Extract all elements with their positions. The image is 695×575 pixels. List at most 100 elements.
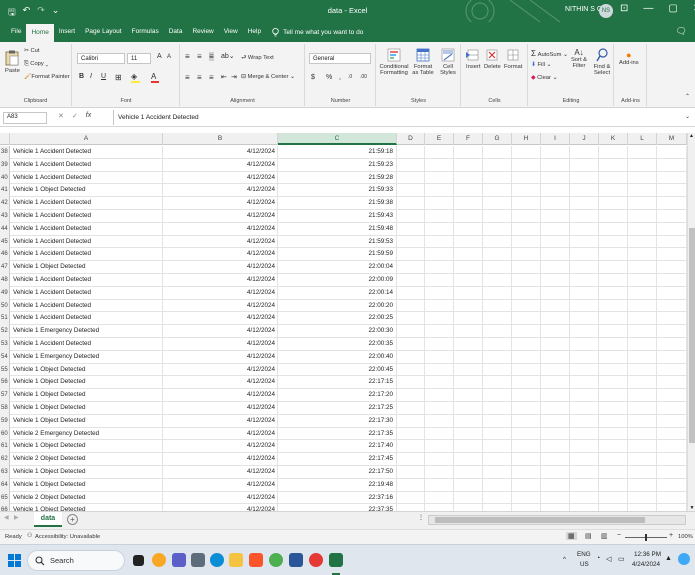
empty-cell[interactable] [454, 376, 483, 390]
empty-cell[interactable] [483, 504, 512, 511]
empty-cell[interactable] [541, 389, 570, 402]
empty-cell[interactable] [425, 427, 454, 441]
cell-date[interactable]: 4/12/2024 [163, 414, 278, 428]
normal-view-icon[interactable]: ▦ [566, 532, 577, 540]
column-header-d[interactable]: D [397, 133, 425, 145]
empty-cell[interactable] [599, 222, 628, 236]
empty-cell[interactable] [397, 146, 425, 159]
empty-cell[interactable] [512, 222, 541, 236]
region-indicator[interactable]: US [580, 561, 589, 568]
font-color-icon[interactable]: A [151, 72, 159, 83]
empty-cell[interactable] [628, 248, 657, 262]
empty-cell[interactable] [454, 197, 483, 210]
empty-cell[interactable] [628, 222, 657, 236]
empty-cell[interactable] [425, 465, 454, 479]
empty-cell[interactable] [397, 465, 425, 479]
cell-time[interactable]: 22:17:30 [278, 414, 397, 428]
empty-cell[interactable] [599, 337, 628, 351]
empty-cell[interactable] [512, 273, 541, 287]
cell-time[interactable]: 22:37:16 [278, 491, 397, 505]
empty-cell[interactable] [599, 453, 628, 466]
cell-time[interactable]: 21:59:59 [278, 248, 397, 262]
empty-cell[interactable] [512, 478, 541, 492]
row-header[interactable]: 59 [0, 414, 10, 428]
empty-cell[interactable] [570, 158, 599, 172]
cell-event[interactable]: Vehicle 1 Object Detected [10, 465, 163, 479]
decrease-decimal-button[interactable]: .00 [360, 74, 367, 80]
empty-cell[interactable] [512, 171, 541, 185]
row-header[interactable]: 48 [0, 273, 10, 287]
cell-styles-button[interactable]: Cell Styles [437, 48, 459, 76]
accessibility-icon[interactable]: ⚇ [27, 533, 32, 539]
empty-cell[interactable] [454, 325, 483, 338]
empty-cell[interactable] [397, 286, 425, 300]
empty-cell[interactable] [657, 389, 687, 402]
empty-cell[interactable] [512, 363, 541, 377]
empty-cell[interactable] [570, 363, 599, 377]
word-icon[interactable] [289, 553, 303, 567]
cell-event[interactable]: Vehicle 1 Accident Detected [10, 222, 163, 236]
empty-cell[interactable] [512, 376, 541, 390]
cell-time[interactable]: 21:59:28 [278, 171, 397, 185]
empty-cell[interactable] [541, 504, 570, 511]
row-header[interactable]: 50 [0, 299, 10, 313]
empty-cell[interactable] [454, 414, 483, 428]
empty-cell[interactable] [541, 273, 570, 287]
empty-cell[interactable] [454, 363, 483, 377]
empty-cell[interactable] [541, 414, 570, 428]
empty-cell[interactable] [512, 414, 541, 428]
horizontal-scrollbar[interactable] [428, 515, 686, 525]
formula-input[interactable]: Vehicle 1 Accident Detected [113, 110, 683, 125]
empty-cell[interactable] [425, 478, 454, 492]
zoom-in-icon[interactable]: + [669, 532, 673, 539]
cell-date[interactable]: 4/12/2024 [163, 350, 278, 364]
empty-cell[interactable] [570, 414, 599, 428]
cell-time[interactable]: 21:59:43 [278, 209, 397, 223]
cell-time[interactable]: 21:59:38 [278, 197, 397, 210]
empty-cell[interactable] [657, 350, 687, 364]
column-header-c[interactable]: C [278, 133, 397, 145]
empty-cell[interactable] [657, 504, 687, 511]
row-header[interactable]: 64 [0, 478, 10, 492]
empty-cell[interactable] [570, 465, 599, 479]
cell-time[interactable]: 22:00:09 [278, 273, 397, 287]
empty-cell[interactable] [628, 184, 657, 198]
empty-cell[interactable] [657, 222, 687, 236]
empty-cell[interactable] [599, 414, 628, 428]
collapse-ribbon-icon[interactable]: ⌃ [685, 94, 690, 100]
empty-cell[interactable] [512, 504, 541, 511]
cell-date[interactable]: 4/12/2024 [163, 197, 278, 210]
empty-cell[interactable] [454, 158, 483, 172]
empty-cell[interactable] [454, 299, 483, 313]
empty-cell[interactable] [570, 478, 599, 492]
cell-event[interactable]: Vehicle 1 Accident Detected [10, 299, 163, 313]
cell-time[interactable]: 22:00:14 [278, 286, 397, 300]
clock-date[interactable]: 4/24/2024 [632, 561, 660, 568]
empty-cell[interactable] [628, 401, 657, 415]
row-header[interactable]: 65 [0, 491, 10, 505]
empty-cell[interactable] [599, 197, 628, 210]
sheet-options-icon[interactable]: ⋮ [418, 515, 424, 521]
empty-cell[interactable] [425, 248, 454, 262]
cell-event[interactable]: Vehicle 1 Object Detected [10, 401, 163, 415]
empty-cell[interactable] [425, 504, 454, 511]
empty-cell[interactable] [628, 465, 657, 479]
increase-decimal-button[interactable]: .0 [348, 74, 352, 80]
middle-align-icon[interactable]: ≡ [197, 52, 202, 61]
empty-cell[interactable] [657, 146, 687, 159]
row-header[interactable]: 58 [0, 401, 10, 415]
borders-icon[interactable]: ⊞ [115, 73, 122, 82]
select-all-corner[interactable] [0, 133, 10, 145]
empty-cell[interactable] [599, 440, 628, 454]
taskbar-search[interactable]: Search [27, 550, 125, 571]
empty-cell[interactable] [454, 465, 483, 479]
vertical-scroll-thumb[interactable] [689, 228, 695, 443]
empty-cell[interactable] [599, 427, 628, 441]
cell-event[interactable]: Vehicle 2 Object Detected [10, 453, 163, 466]
row-header[interactable]: 41 [0, 184, 10, 198]
row-header[interactable]: 66 [0, 504, 10, 511]
widgets-icon[interactable] [152, 553, 166, 567]
empty-cell[interactable] [599, 235, 628, 249]
number-format-select[interactable]: General [309, 53, 371, 64]
cell-time[interactable]: 21:59:33 [278, 184, 397, 198]
